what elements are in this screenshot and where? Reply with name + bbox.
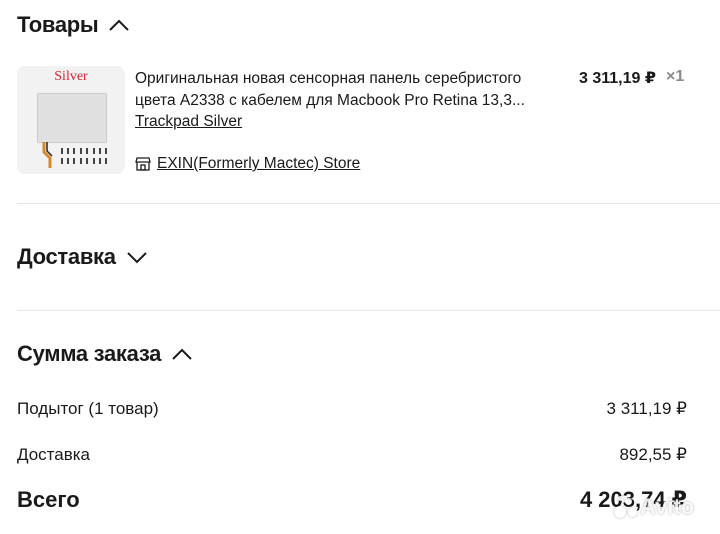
subtotal-label: Подытог (1 товар) (17, 399, 159, 418)
product-title-line1: Оригинальная новая сенсорная панель сере… (135, 70, 522, 87)
delivery-cost-row: Доставка 892,55 ₽ (17, 445, 687, 465)
total-label: Всего (17, 487, 80, 512)
product-thumbnail[interactable]: Silver (17, 66, 125, 174)
products-section-title: Товары (17, 12, 99, 37)
total-row: Всего 4 203,74 ₽ (17, 487, 687, 513)
chevron-up-icon (108, 18, 130, 32)
delivery-cost-label: Доставка (17, 445, 91, 464)
divider (17, 203, 720, 204)
product-quantity: ×1 (666, 68, 685, 85)
screws-image (59, 146, 109, 166)
watermark-text: Avito (640, 494, 695, 519)
trackpad-image (37, 93, 107, 143)
divider (17, 310, 720, 311)
summary-section-toggle[interactable]: Сумма заказа (17, 341, 193, 367)
product-title-link[interactable]: Оригинальная новая сенсорная панель сере… (135, 68, 555, 133)
thumbnail-label: Silver (54, 69, 88, 84)
product-price: 3 311,19 ₽ (579, 70, 656, 87)
summary-section-title: Сумма заказа (17, 341, 162, 366)
product-title-line2: цвета A2338 с кабелем для Macbook Pro Re… (135, 91, 525, 109)
cable-image (42, 142, 53, 168)
subtotal-value: 3 311,19 ₽ (606, 399, 687, 418)
delivery-cost-value: 892,55 ₽ (619, 445, 687, 464)
chevron-up-icon (171, 347, 193, 361)
delivery-section-toggle[interactable]: Доставка (17, 244, 148, 270)
store-link[interactable]: EXIN(Formerly Mactec) Store (135, 155, 360, 173)
store-icon (135, 156, 151, 172)
store-name: EXIN(Formerly Mactec) Store (157, 155, 361, 172)
product-title-line3: Trackpad Silver (135, 113, 243, 130)
avito-watermark: Avito (612, 494, 694, 520)
avito-logo-icon (612, 494, 638, 520)
chevron-down-icon (126, 250, 148, 264)
subtotal-row: Подытог (1 товар) 3 311,19 ₽ (17, 399, 687, 419)
products-section-toggle[interactable]: Товары (17, 12, 130, 38)
delivery-section-title: Доставка (17, 244, 116, 269)
